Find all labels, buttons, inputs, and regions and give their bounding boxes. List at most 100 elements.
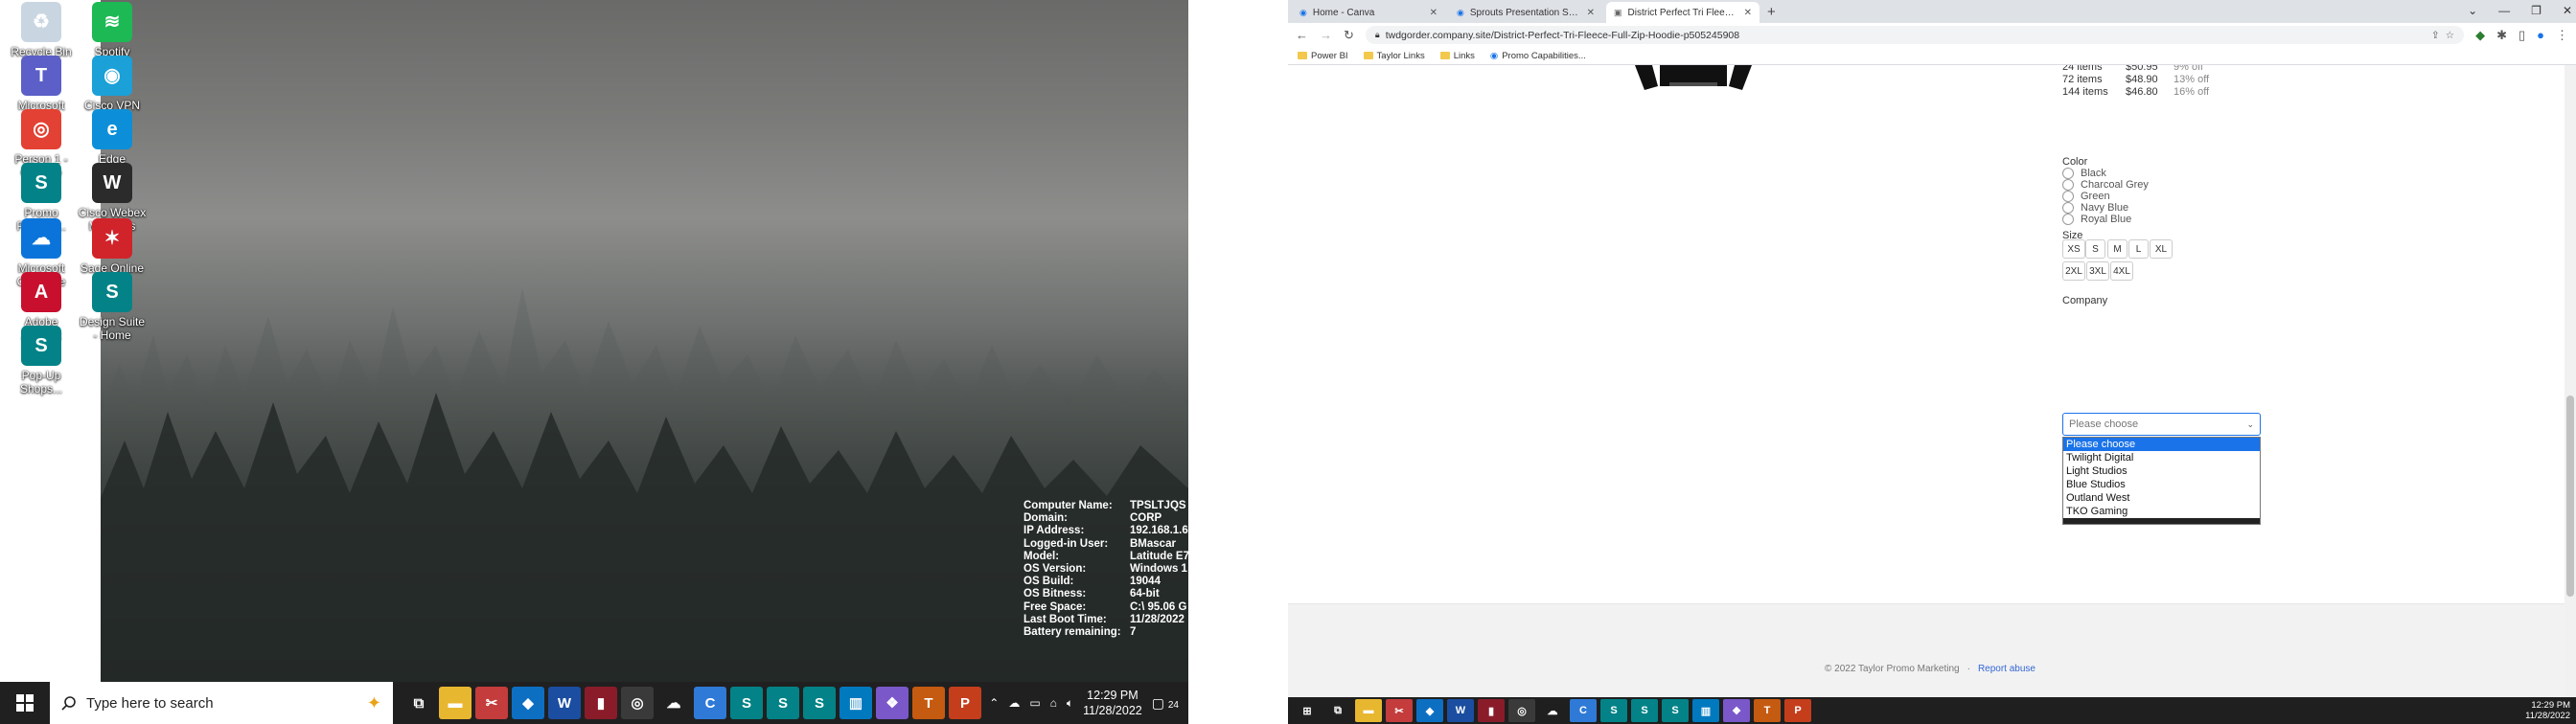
app-icon[interactable]: ❖ (1723, 699, 1750, 722)
app-icon[interactable]: ❖ (876, 687, 908, 719)
chevron-up-icon[interactable]: ⌃ (989, 696, 999, 710)
radio-button[interactable] (2062, 168, 2074, 179)
size-button[interactable]: M (2107, 239, 2128, 259)
bookmark-item[interactable]: Taylor Links (1363, 51, 1425, 61)
size-button[interactable]: S (2085, 239, 2105, 259)
company-option[interactable]: TKO Gaming (2063, 505, 2260, 518)
company-option[interactable]: Light Studios (2063, 464, 2260, 478)
back-button[interactable]: ← (1296, 28, 1308, 42)
color-option[interactable]: Navy Blue (2062, 202, 2128, 214)
winamp-icon[interactable]: W (1447, 699, 1474, 722)
sharepoint-icon[interactable]: S (1662, 699, 1689, 722)
sharepoint-icon[interactable]: S (1600, 699, 1627, 722)
company-option[interactable]: Please choose (2063, 438, 2260, 451)
desktop-icon[interactable]: ✶ Sage Online (77, 218, 148, 275)
radio-button[interactable] (2062, 214, 2074, 225)
windows-logo-icon[interactable]: ⊞ (1294, 699, 1321, 722)
radio-button[interactable] (2062, 202, 2074, 214)
size-button[interactable]: XL (2150, 239, 2173, 259)
sharepoint-icon[interactable]: S (730, 687, 763, 719)
bookmark-item[interactable]: Links (1439, 51, 1475, 61)
taskbar-clock[interactable]: 12:29 PM 11/28/2022 (1083, 688, 1142, 718)
restore-button[interactable]: ❐ (2531, 4, 2542, 17)
tab-close-icon[interactable]: ✕ (1744, 8, 1752, 18)
taskbar-search-box[interactable]: Type here to search ✦ (50, 682, 393, 724)
winamp-icon[interactable]: W (548, 687, 581, 719)
onedrive-icon[interactable]: ☁ (657, 687, 690, 719)
snip-icon[interactable]: ✂ (475, 687, 508, 719)
trello-icon[interactable]: ▥ (840, 687, 872, 719)
sharepoint-icon[interactable]: S (803, 687, 836, 719)
volume-icon[interactable]: 🔈︎ (1067, 696, 1073, 711)
chrome-icon[interactable]: ◎ (621, 687, 654, 719)
onedrive-tray-icon[interactable]: ☁ (1008, 696, 1020, 710)
file-explorer-icon[interactable]: ▬ (1355, 699, 1382, 722)
company-option[interactable]: Blue Studios (2063, 478, 2260, 491)
color-option[interactable]: Royal Blue (2062, 214, 2131, 225)
file-explorer-icon[interactable]: ▬ (439, 687, 472, 719)
company-option[interactable]: Outland West (2063, 491, 2260, 505)
company-select[interactable]: Please choose ⌄ (2062, 413, 2261, 436)
chrome-icon[interactable]: ◎ (1508, 699, 1535, 722)
company-option[interactable]: Twilight Digital (2063, 451, 2260, 464)
product-image-hoodie[interactable] (1635, 65, 1752, 98)
color-option[interactable]: Black (2062, 168, 2106, 179)
page-scrollbar[interactable] (2564, 65, 2576, 710)
tab-close-icon[interactable]: ✕ (1430, 8, 1438, 18)
battery-icon[interactable]: ▭ (1029, 696, 1040, 710)
report-abuse-link[interactable]: Report abuse (1978, 664, 2036, 674)
size-button[interactable]: XS (2062, 239, 2085, 259)
app-icon[interactable]: ▮ (1478, 699, 1505, 722)
profile-avatar[interactable]: ● (2537, 28, 2544, 42)
right-taskbar-clock[interactable]: 12:29 PM 11/28/2022 (2525, 700, 2576, 721)
desktop-icon[interactable]: ◉ Cisco VPN (77, 56, 148, 112)
canva-icon[interactable]: C (694, 687, 726, 719)
app-icon[interactable]: ◆ (1416, 699, 1443, 722)
minimize-button[interactable]: — (2498, 4, 2510, 17)
radio-button[interactable] (2062, 191, 2074, 202)
network-icon[interactable]: ⌂ (1050, 696, 1057, 710)
browser-tab[interactable]: ▣ District Perfect Tri Fleece Full Zi ✕ (1606, 2, 1760, 23)
share-icon[interactable]: ⇪ (2431, 30, 2440, 41)
sidebar-icon[interactable]: ▯ (2518, 28, 2525, 43)
trello-icon[interactable]: ▥ (1692, 699, 1719, 722)
desktop-icon[interactable]: ♻ Recycle Bin (6, 2, 77, 58)
color-option[interactable]: Green (2062, 191, 2110, 202)
desktop-icon[interactable]: S Design Suite - Home (77, 272, 148, 342)
browser-tab[interactable]: ◉ Home - Canva ✕ (1292, 2, 1445, 23)
teams-icon[interactable]: T (912, 687, 945, 719)
desktop-icon[interactable]: S Pop-Up Shops... (6, 326, 77, 396)
browser-tab[interactable]: ◉ Sprouts Presentation Shell - Pres ✕ (1449, 2, 1602, 23)
canva-icon[interactable]: C (1570, 699, 1597, 722)
snip-icon[interactable]: ✂ (1386, 699, 1413, 722)
size-button[interactable]: 2XL (2062, 261, 2085, 281)
sharepoint-icon[interactable]: S (767, 687, 799, 719)
reload-button[interactable]: ↻ (1344, 28, 1354, 43)
desktop-icon[interactable]: ≋ Spotify (77, 2, 148, 58)
onedrive-icon[interactable]: ☁ (1539, 699, 1566, 722)
bookmark-star-icon[interactable]: ☆ (2446, 30, 2454, 41)
size-button[interactable]: L (2128, 239, 2149, 259)
task-view-icon[interactable]: ⧉ (1324, 699, 1351, 722)
extensions-puzzle-icon[interactable]: ✱ (2496, 28, 2507, 43)
size-button[interactable]: 3XL (2086, 261, 2109, 281)
new-tab-button[interactable]: + (1767, 4, 1776, 20)
forward-button[interactable]: → (1320, 28, 1332, 42)
extension-icon[interactable]: ◆ (2475, 28, 2485, 43)
notification-center-icon[interactable]: ▢ 24 (1152, 695, 1179, 712)
scrollbar-thumb[interactable] (2566, 396, 2574, 597)
desktop-icon[interactable]: e Edge (77, 109, 148, 166)
powerpoint-icon[interactable]: P (1784, 699, 1811, 722)
tab-close-icon[interactable]: ✕ (1587, 8, 1595, 18)
app-icon[interactable]: ▮ (585, 687, 617, 719)
menu-kebab-icon[interactable]: ⋮ (2556, 28, 2568, 43)
task-view-icon[interactable]: ⧉ (402, 687, 435, 719)
chevron-down-icon[interactable]: ⌄ (2468, 4, 2477, 17)
bookmark-item[interactable]: Power BI (1298, 51, 1348, 61)
address-bar[interactable]: 🔒︎ twdgorder.company.site/District-Perfe… (1365, 26, 2465, 44)
app-icon[interactable]: ◆ (512, 687, 544, 719)
powerpoint-icon[interactable]: P (949, 687, 981, 719)
close-window-button[interactable]: ✕ (2563, 4, 2572, 17)
teams-icon[interactable]: T (1754, 699, 1781, 722)
size-button[interactable]: 4XL (2110, 261, 2133, 281)
